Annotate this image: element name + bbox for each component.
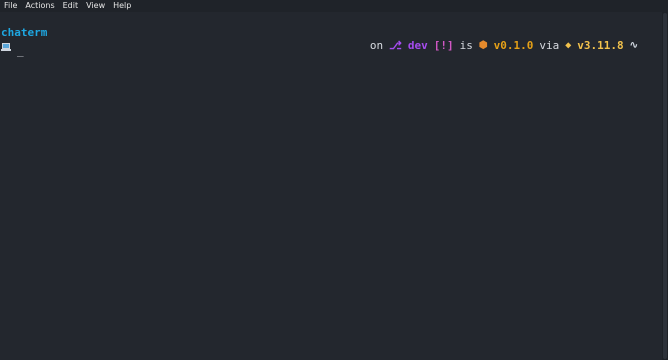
lizard-icon: ∿ bbox=[629, 40, 638, 51]
vertical-scrollbar[interactable] bbox=[662, 12, 668, 360]
menu-help[interactable]: Help bbox=[109, 0, 135, 12]
scrollbar-thumb[interactable] bbox=[663, 13, 667, 359]
git-branch-icon: ⎇ bbox=[389, 39, 402, 52]
git-branch: dev bbox=[407, 39, 428, 52]
laptop-icon bbox=[1, 42, 11, 52]
package-version: v0.1.0 bbox=[493, 39, 534, 52]
terminal-area[interactable]: chaterm _ on ⎇ dev [!] is ⬢ v0.1.0 via ◆… bbox=[0, 12, 662, 360]
status-via: via bbox=[539, 39, 560, 52]
prompt-status: on ⎇ dev [!] is ⬢ v0.1.0 via ◆ v3.11.8 ∿ bbox=[370, 39, 638, 52]
menu-file[interactable]: File bbox=[0, 0, 21, 12]
terminal-cursor: _ bbox=[17, 43, 24, 57]
package-icon: ⬢ bbox=[478, 40, 488, 51]
prompt-line: _ bbox=[1, 40, 24, 57]
menu-view[interactable]: View bbox=[82, 0, 109, 12]
python-icon: ◆ bbox=[565, 40, 572, 51]
python-version: v3.11.8 bbox=[577, 39, 624, 52]
menu-edit[interactable]: Edit bbox=[59, 0, 83, 12]
status-is: is bbox=[459, 39, 473, 52]
menubar: File Actions Edit View Help bbox=[0, 0, 668, 12]
terminal-heading: chaterm bbox=[1, 26, 48, 39]
terminal-window: File Actions Edit View Help chaterm _ on… bbox=[0, 0, 668, 360]
git-status-flags: [!] bbox=[433, 39, 454, 52]
status-on: on bbox=[369, 39, 384, 52]
menu-actions[interactable]: Actions bbox=[21, 0, 58, 12]
